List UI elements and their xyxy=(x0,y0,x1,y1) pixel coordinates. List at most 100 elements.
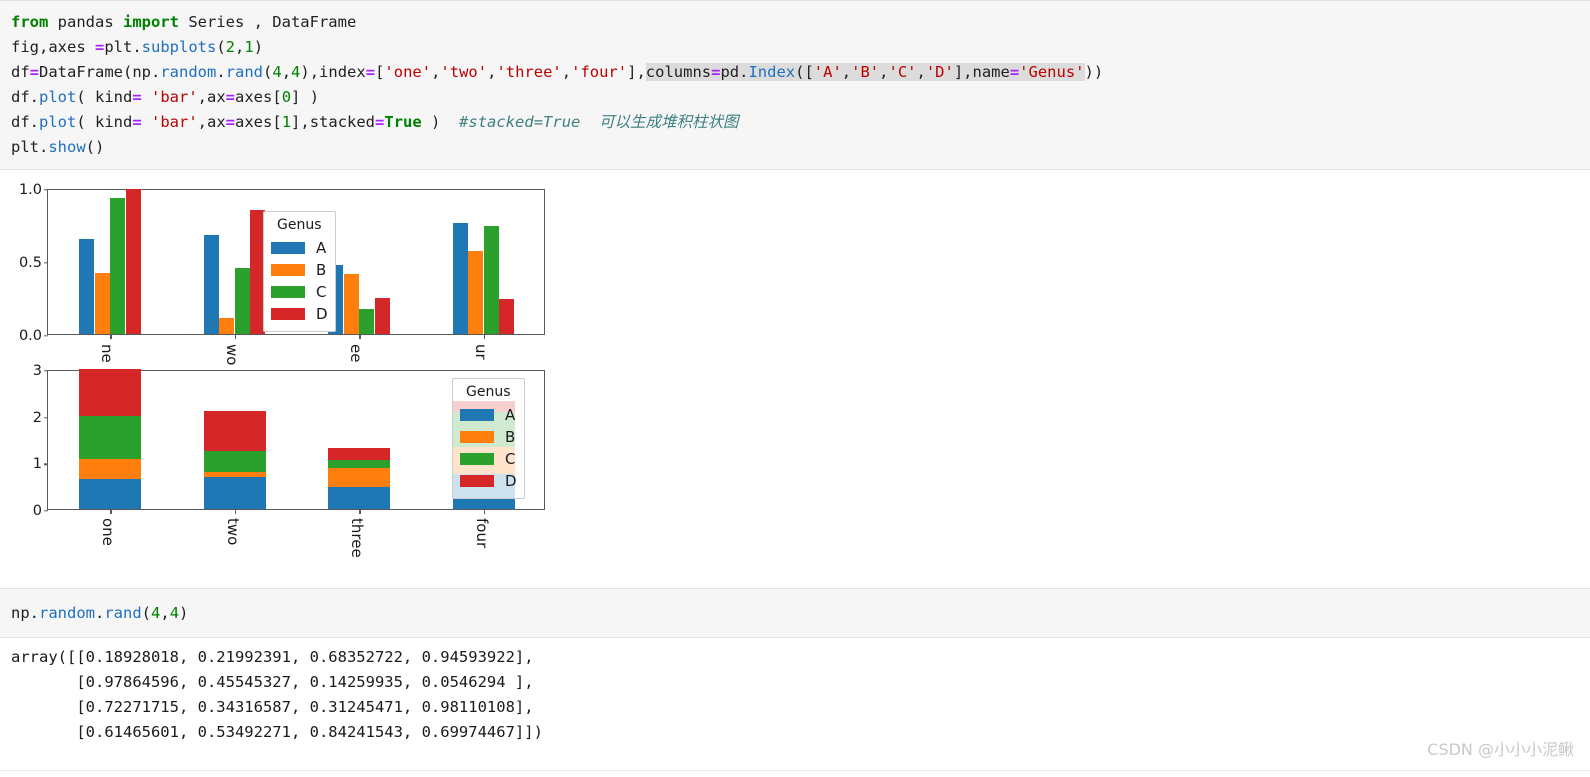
stacked-bar-two-C xyxy=(203,451,266,473)
cell-output-array: array([[0.18928018, 0.21992391, 0.683527… xyxy=(11,648,543,741)
xtick-mark xyxy=(483,334,486,339)
code-comment: #stacked=True xyxy=(459,113,581,131)
bar-two-C xyxy=(234,268,250,334)
xtick-mark xyxy=(359,509,361,514)
xtick-mark xyxy=(483,509,486,514)
ytick-label: 2 xyxy=(32,409,42,426)
chart-grouped-bar-xticklabels: ne wo ee ur xyxy=(47,344,547,366)
legend-swatch-D xyxy=(271,308,305,320)
xtick-mark xyxy=(234,509,237,514)
code-line-6: plt.show() xyxy=(11,138,105,156)
legend-label-D: D xyxy=(316,304,328,323)
xtick-label-clipped: ur xyxy=(471,344,490,360)
legend-swatch-B xyxy=(460,431,494,443)
stacked-bar-three-C xyxy=(328,460,391,468)
ytick-label: 3 xyxy=(32,363,42,379)
stacked-bar-three-A xyxy=(328,487,391,509)
legend-swatch-D xyxy=(460,475,494,487)
stacked-bar-two-A xyxy=(203,477,266,509)
legend-swatch-A xyxy=(271,242,305,254)
token-from: from xyxy=(11,13,49,31)
stacked-bar-three-B xyxy=(328,467,391,488)
stacked-bar-two-B xyxy=(203,472,266,478)
ytick-label: 0.0 xyxy=(18,328,42,344)
chart-grouped-bar-axes: 0.0 0.5 1.0 Genus A B C D xyxy=(19,182,545,344)
legend-swatch-C xyxy=(460,453,494,465)
legend-label-A: A xyxy=(505,405,516,424)
chart-stacked-bar-legend: Genus A B C D xyxy=(452,378,525,499)
legend-row: D xyxy=(460,470,517,492)
bar-four-A xyxy=(452,223,468,334)
bar-three-B xyxy=(343,274,359,334)
ytick-label: 0.5 xyxy=(18,255,42,271)
xtick-label-two: two xyxy=(223,518,242,546)
code-line-4: df.plot( kind= 'bar',ax=axes[0] ) xyxy=(11,88,320,106)
code-line-5: df.plot( kind= 'bar',ax=axes[1],stacked=… xyxy=(11,113,739,131)
chart-grouped-bar-legend: Genus A B C D xyxy=(263,211,336,332)
legend-row: A xyxy=(460,404,517,426)
csdn-watermark: CSDN @小小小泥鳅 xyxy=(1427,740,1574,759)
stacked-bar-one-B xyxy=(79,459,142,479)
stacked-bar-two-D xyxy=(203,411,266,452)
ytick-mark xyxy=(44,463,48,466)
legend-row: A xyxy=(271,237,328,259)
legend-row: D xyxy=(271,303,328,325)
highlighted-code-span: columns xyxy=(645,63,712,81)
page-bottom-divider xyxy=(0,770,1590,771)
legend-label-A: A xyxy=(316,238,327,257)
ytick-mark xyxy=(44,370,48,372)
code-cell-input-2[interactable]: np.random.rand(4,4) xyxy=(0,588,1590,638)
legend-row: B xyxy=(460,426,517,448)
xtick-label-three: three xyxy=(348,518,367,558)
bar-one-D xyxy=(125,189,141,334)
matplotlib-figure: 0.0 0.5 1.0 Genus A B C D 0 1 2 3 one two three four Ge… xyxy=(0,180,560,575)
stacked-bar-one-D xyxy=(79,369,142,416)
ytick-mark xyxy=(44,189,48,191)
legend-row: C xyxy=(271,281,328,303)
chart-stacked-bar-axes: 0 1 2 3 one two three four Genus A B C D xyxy=(33,363,545,558)
legend-label-D: D xyxy=(505,471,517,490)
bar-one-C xyxy=(110,198,126,334)
ytick-label: 1 xyxy=(32,456,42,473)
xtick-label-clipped: ne xyxy=(98,344,117,363)
code-line-1: from pandas import Series , DataFrame xyxy=(11,13,357,31)
bar-two-A xyxy=(203,234,219,334)
xtick-mark xyxy=(110,334,112,339)
stacked-bar-one-C xyxy=(79,415,142,460)
xtick-mark xyxy=(234,334,237,339)
legend-label-C: C xyxy=(505,449,516,468)
legend-label-B: B xyxy=(316,260,327,279)
legend-swatch-C xyxy=(271,286,305,298)
xtick-mark xyxy=(110,509,112,514)
stacked-bar-one-A xyxy=(79,478,142,509)
code-line-2: fig,axes =plt.subplots(2,1) xyxy=(11,38,264,56)
xtick-label-one: one xyxy=(99,518,118,546)
xtick-label-clipped: wo xyxy=(222,344,241,366)
code-line-3: df=DataFrame(np.random.rand(4,4),index=[… xyxy=(11,63,1104,81)
bar-three-D xyxy=(374,297,390,334)
legend-title: Genus xyxy=(277,217,322,233)
legend-swatch-B xyxy=(271,264,305,276)
notebook-page: from pandas import Series , DataFrame fi… xyxy=(0,0,1590,777)
ytick-mark xyxy=(44,335,48,337)
ytick-mark xyxy=(44,510,48,512)
xtick-label-clipped: ee xyxy=(347,344,366,363)
ytick-mark xyxy=(44,262,48,264)
legend-title: Genus xyxy=(466,384,511,400)
ytick-label: 1.0 xyxy=(18,182,42,198)
bar-three-C xyxy=(359,309,375,334)
xtick-mark xyxy=(359,334,361,339)
bar-two-B xyxy=(219,317,235,334)
code-cell-input[interactable]: from pandas import Series , DataFrame fi… xyxy=(0,0,1590,170)
legend-row: C xyxy=(460,448,517,470)
legend-swatch-A xyxy=(460,409,494,421)
legend-label-B: B xyxy=(505,427,516,446)
legend-row: B xyxy=(271,259,328,281)
bar-four-B xyxy=(468,250,484,334)
ytick-mark xyxy=(44,416,48,419)
stacked-bar-three-D xyxy=(328,448,391,460)
bar-four-D xyxy=(499,298,515,334)
bar-one-A xyxy=(79,239,95,334)
legend-label-C: C xyxy=(316,282,327,301)
code-comment-cn: 可以生成堆积柱状图 xyxy=(599,113,739,131)
